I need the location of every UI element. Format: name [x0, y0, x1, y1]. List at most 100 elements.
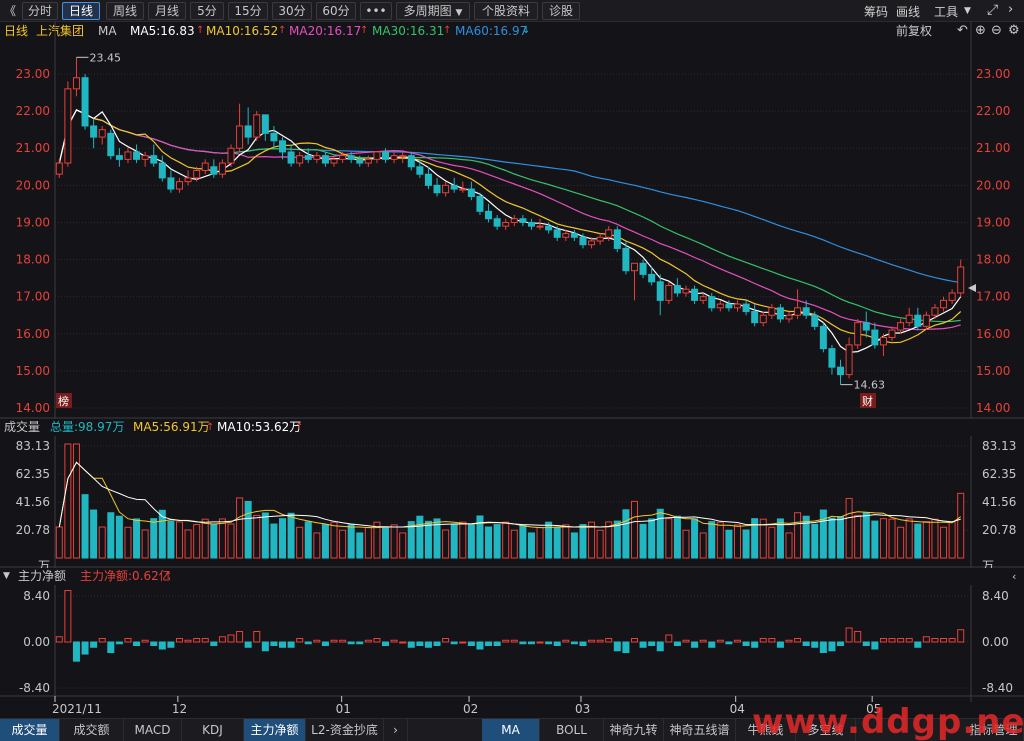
date-tick-label: 01: [336, 702, 351, 716]
chevron-left-icon[interactable]: ‹: [1012, 568, 1016, 585]
candle-body: [802, 307, 810, 316]
flow-bar: [562, 639, 570, 643]
tab-macd[interactable]: MACD: [124, 719, 182, 741]
chevron-right-icon[interactable]: ›: [1008, 2, 1013, 17]
flow-bar: [124, 637, 132, 643]
collapse-icon[interactable]: ▼: [3, 568, 10, 585]
chips-button[interactable]: 筹码: [864, 3, 888, 20]
tab-monthly[interactable]: 月线: [148, 2, 186, 20]
tab-weekly[interactable]: 周线: [106, 2, 144, 20]
candle-body: [596, 236, 604, 242]
flow-bar: [72, 641, 80, 662]
candle-body: [579, 236, 587, 246]
draw-line-button[interactable]: 画线: [896, 3, 920, 20]
kline-chart[interactable]: 23.00 23.00 22.00 22.00 21.00 21.00 20.00 20.00…: [0, 22, 1024, 718]
volume-bar: [382, 526, 390, 559]
back-icon[interactable]: 《: [4, 2, 16, 19]
tab-30min[interactable]: 30分: [272, 2, 312, 20]
tab-turnover[interactable]: 成交额: [60, 719, 124, 741]
candle-body: [184, 177, 192, 183]
multi-period-dropdown[interactable]: 多周期图 ▼: [396, 2, 470, 20]
tab-kdj[interactable]: KDJ: [182, 719, 244, 741]
flow-bar: [888, 637, 896, 643]
flow-bar: [493, 641, 501, 647]
chevron-right-icon[interactable]: ›: [384, 719, 408, 741]
volume-label[interactable]: 成交量: [4, 419, 40, 436]
tab-15min[interactable]: 15分: [228, 2, 268, 20]
diagnose-button[interactable]: 诊股: [542, 2, 580, 20]
candle-body: [682, 288, 690, 294]
tab-main-flow[interactable]: 主力净额: [244, 719, 306, 741]
fullscreen-icon[interactable]: ⤢: [987, 2, 998, 18]
candle-body: [888, 329, 896, 338]
candle-body: [450, 184, 458, 190]
candle-body: [64, 88, 72, 164]
chevron-down-icon[interactable]: ▼: [964, 6, 971, 16]
flow-bar: [828, 641, 836, 652]
stock-profile-button[interactable]: 个股资料: [474, 2, 538, 20]
flow-bar: [253, 630, 261, 643]
candle-body: [321, 155, 329, 164]
candle-body: [931, 307, 939, 316]
volume-bar: [905, 518, 913, 559]
up-arrow-icon: ↑: [164, 571, 173, 582]
main-flow-label[interactable]: 主力净额: [18, 568, 66, 585]
volume-ma5: MA5:56.91万: [133, 420, 210, 434]
candle-body: [742, 303, 750, 313]
flow-bar: [330, 639, 338, 643]
flow-bar: [467, 641, 475, 647]
candle-body: [622, 247, 630, 272]
flow-bar: [845, 627, 853, 643]
candle-body: [399, 155, 407, 158]
candle-body: [330, 158, 338, 164]
volume-bar: [98, 526, 106, 559]
tab-ma[interactable]: MA: [482, 719, 540, 741]
candle-body: [493, 218, 501, 227]
tab-boll[interactable]: BOLL: [540, 719, 604, 741]
volume-bar: [399, 532, 407, 559]
tab-intraday[interactable]: 分时: [22, 2, 58, 20]
candle-body: [613, 229, 621, 249]
candle-body: [879, 336, 887, 346]
tab-l2-bottom[interactable]: L2-资金抄底: [306, 719, 384, 741]
tab-60min[interactable]: 60分: [316, 2, 356, 20]
flow-bar: [862, 641, 870, 647]
flow-bar: [244, 641, 252, 648]
flow-bar: [931, 637, 939, 643]
flow-bar: [476, 641, 484, 650]
flow-bar: [218, 636, 226, 643]
flow-bar: [510, 639, 518, 643]
main-flow-value: 主力净额:0.62亿: [80, 569, 171, 583]
flow-bar: [81, 641, 89, 655]
flow-bar: [399, 641, 407, 644]
flow-bar: [811, 641, 819, 648]
more-periods-button[interactable]: •••: [360, 2, 392, 20]
flow-bar: [630, 637, 638, 643]
candle-body: [725, 303, 733, 309]
candle-body: [201, 162, 209, 171]
tools-button[interactable]: 工具: [934, 3, 958, 20]
volume-bar: [510, 529, 518, 559]
candle-body: [837, 366, 845, 376]
volume-header: 成交量 总量:98.97万 MA5:56.91万 ↑ MA10:53.62万 ↑: [0, 419, 1024, 436]
candle-body: [570, 233, 578, 238]
flow-bar: [570, 641, 578, 645]
volume-bar: [733, 524, 742, 559]
tab-5min[interactable]: 5分: [190, 2, 224, 20]
tab-magic-five[interactable]: 神奇五线谱: [664, 719, 736, 741]
candle-body: [733, 303, 742, 309]
volume-bar: [459, 521, 467, 559]
volume-bar: [364, 527, 372, 559]
flow-bar: [347, 641, 355, 645]
candle-body: [467, 188, 475, 197]
tab-daily[interactable]: 日线: [62, 2, 100, 20]
tab-volume[interactable]: 成交量: [0, 719, 60, 741]
price-tick-label: 20.00: [976, 178, 1010, 192]
flow-bar: [819, 641, 827, 654]
flow-bar: [133, 641, 141, 647]
volume-bar: [321, 524, 329, 559]
volume-bar: [304, 521, 312, 559]
tab-magic-nine[interactable]: 神奇九转: [604, 719, 664, 741]
volume-bar: [175, 521, 183, 559]
flow-bar: [519, 641, 527, 645]
